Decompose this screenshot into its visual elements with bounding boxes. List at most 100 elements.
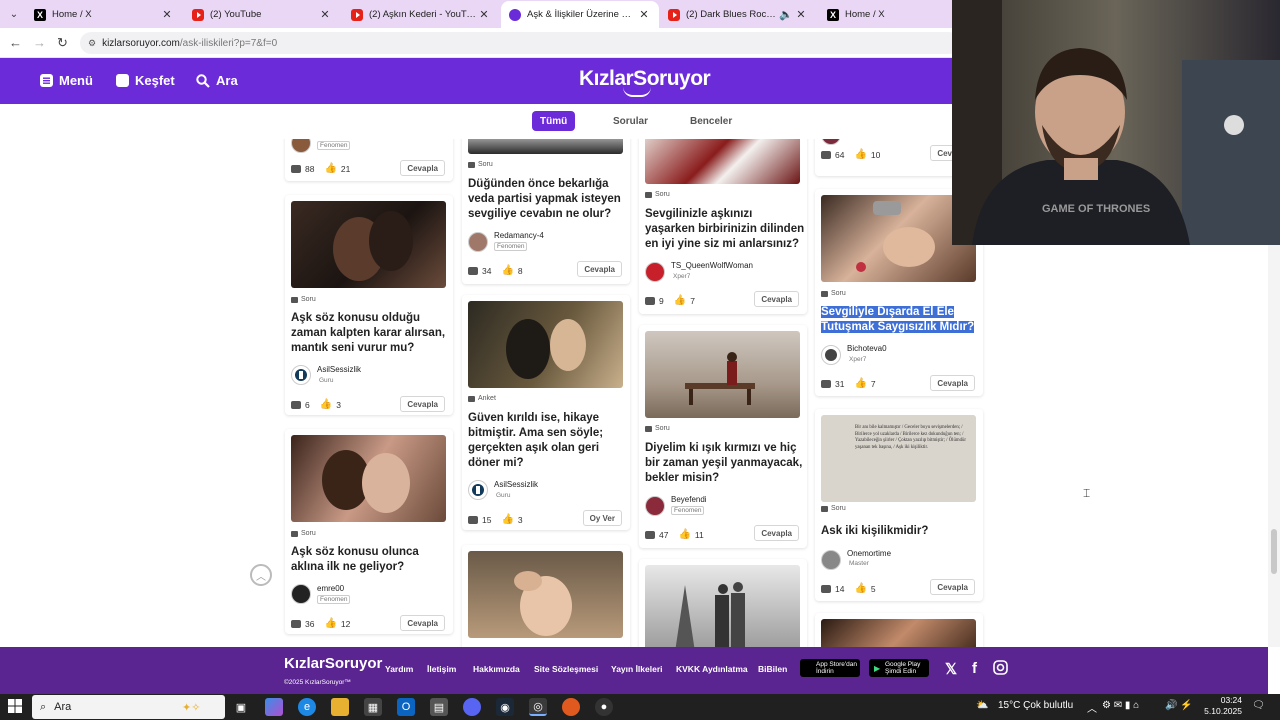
question-image[interactable] (291, 201, 446, 288)
question-card[interactable]: Bir anı bile kalmamıştır / Geceler boyu … (815, 409, 983, 601)
username[interactable]: Redamancy-4 (494, 231, 544, 240)
question-image[interactable] (468, 551, 623, 638)
like-icon[interactable]: 👍 (501, 514, 513, 525)
file-explorer-icon[interactable] (331, 698, 349, 716)
search-button[interactable]: Ara (196, 73, 238, 88)
question-image[interactable] (821, 619, 976, 647)
site-info-icon[interactable]: ⚙ (88, 38, 96, 49)
username[interactable]: Bichoteva0 (847, 344, 887, 353)
avatar[interactable] (291, 139, 311, 153)
close-tab-icon[interactable]: ✕ (160, 8, 174, 21)
forward-icon[interactable]: → (33, 35, 46, 50)
tab-search-dropdown-icon[interactable]: ⌄ (5, 5, 23, 23)
like-icon[interactable]: 👍 (324, 163, 336, 174)
question-title[interactable]: Düğünden önce bekarlığa veda partisi yap… (468, 177, 628, 222)
instagram-icon[interactable] (993, 660, 1008, 675)
username[interactable]: emre00 (317, 584, 344, 593)
question-title[interactable]: Sevgiliyle Dışarda El Ele Tutuşmak Saygı… (821, 305, 981, 335)
filter-opinions[interactable]: Benceler (682, 111, 740, 131)
question-image[interactable] (468, 301, 623, 388)
app-store-button[interactable]: App Store'dan İndirin (800, 659, 860, 677)
username[interactable]: TS_QueenWolfWoman (671, 261, 753, 270)
reload-icon[interactable]: ↻ (57, 35, 68, 51)
avatar[interactable] (468, 480, 488, 500)
tab-home-x-2[interactable]: X Home / X (819, 1, 951, 28)
like-icon[interactable]: 👍 (678, 529, 690, 540)
tray-expand-icon[interactable]: ︿ (1087, 700, 1097, 715)
back-icon[interactable]: ← (9, 35, 22, 50)
answer-button[interactable]: Cevapla (400, 615, 445, 631)
google-play-button[interactable]: ▶ Google Play Şimdi Edin (869, 659, 929, 677)
question-image[interactable] (468, 139, 623, 154)
tab-askin-kederi[interactable]: (2) Aşkın Kederi - YouTube ✕ (343, 1, 499, 28)
avatar[interactable] (821, 139, 841, 145)
footer-link-publishing[interactable]: Yayın İlkeleri (611, 664, 663, 674)
question-card[interactable] (462, 545, 630, 647)
footer-link-bibilen[interactable]: BiBilen (758, 664, 787, 674)
notification-icon[interactable]: 🗨 (1252, 700, 1265, 711)
question-title[interactable]: Aşk söz konusu olunca aklına ilk ne geli… (291, 545, 451, 575)
discord-icon[interactable] (463, 698, 481, 716)
tab-dark-blues[interactable]: (2) Dark Blues Rock for Mer 🔈 ✕ (660, 1, 816, 28)
url-input[interactable]: ⚙ kizlarsoruyor.com/ask-iliskileri?p=7&f… (80, 32, 960, 54)
question-title[interactable]: Diyelim ki ışık kırmızı ve hiç bir zaman… (645, 441, 805, 486)
store-icon[interactable]: ▦ (364, 698, 382, 716)
like-icon[interactable]: 👍 (501, 265, 513, 276)
question-card[interactable]: Soru Düğünden önce bekarlığa veda partis… (462, 139, 630, 284)
tab-kizlarsoruyor[interactable]: Aşk & İlişkiler Üzerine Sorular - ✕ (501, 1, 659, 28)
question-card[interactable]: Anket Güven kırıldı ise, hikaye bitmişti… (462, 295, 630, 530)
footer-link-terms[interactable]: Site Sözleşmesi (534, 664, 598, 674)
footer-link-kvkk[interactable]: KVKK Aydınlatma (676, 664, 748, 674)
like-icon[interactable]: 👍 (854, 378, 866, 389)
weather-text[interactable]: 15°C Çok bulutlu (998, 700, 1073, 711)
avatar[interactable] (645, 262, 665, 282)
filter-all[interactable]: Tümü (532, 111, 576, 131)
username[interactable]: AsilSessizlik (494, 480, 538, 489)
answer-button[interactable]: Cevapla (754, 525, 799, 541)
tab-youtube[interactable]: (2) YouTube ✕ (184, 1, 340, 28)
footer-link-help[interactable]: Yardım (385, 664, 413, 674)
question-card[interactable]: Fenomen 88 👍 21 Cevapla (285, 139, 453, 181)
close-tab-icon[interactable]: ✕ (477, 8, 491, 21)
tray-status-icons[interactable]: 🔊 ⚡ (1165, 700, 1193, 711)
answer-button[interactable]: Cevapla (400, 396, 445, 412)
taskbar-search-input[interactable]: ⌕ Ara ✦✧ (32, 695, 225, 719)
answer-button[interactable]: Cevapla (400, 160, 445, 176)
avatar[interactable] (468, 232, 488, 252)
x-social-icon[interactable]: 𝕏 (945, 660, 957, 678)
obs-icon[interactable]: ● (595, 698, 613, 716)
question-card[interactable]: Soru Sevgilinizle aşkınızı yaşarken birb… (639, 139, 807, 314)
weather-icon[interactable]: ⛅ (976, 700, 988, 711)
poem-image[interactable]: Bir anı bile kalmamıştır / Geceler boyu … (821, 415, 976, 502)
question-image[interactable] (291, 435, 446, 522)
edge-icon[interactable]: e (298, 698, 316, 716)
origin-icon[interactable] (562, 698, 580, 716)
taskbar-clock[interactable]: 03:24 5.10.2025 (1198, 695, 1242, 717)
avatar[interactable] (645, 496, 665, 516)
avatar[interactable] (291, 584, 311, 604)
close-tab-icon[interactable]: ✕ (794, 8, 808, 21)
outlook-icon[interactable]: O (397, 698, 415, 716)
tab-home-x[interactable]: X Home / X ✕ (26, 1, 182, 28)
footer-logo[interactable]: KızlarSoruyor (284, 655, 382, 672)
like-icon[interactable]: 👍 (324, 618, 336, 629)
question-title[interactable]: Ask iki kişilikmidir? (821, 524, 981, 539)
footer-link-contact[interactable]: İletişim (427, 664, 456, 674)
answer-button[interactable]: Cevapla (930, 375, 975, 391)
facebook-icon[interactable]: f (972, 660, 977, 677)
question-title[interactable]: Aşk söz konusu olduğu zaman kalpten kara… (291, 311, 451, 356)
answer-button[interactable]: Cevapla (754, 291, 799, 307)
copilot-icon[interactable] (265, 698, 283, 716)
site-logo[interactable]: KızlarSoruyor (579, 67, 711, 97)
answer-button[interactable]: Cevapla (577, 261, 622, 277)
question-image[interactable] (645, 565, 800, 647)
vote-button[interactable]: Oy Ver (582, 510, 622, 526)
like-icon[interactable]: 👍 (854, 583, 866, 594)
question-title[interactable]: Güven kırıldı ise, hikaye bitmiştir. Ama… (468, 411, 628, 471)
close-tab-icon[interactable]: ✕ (637, 8, 651, 21)
app-icon[interactable]: ▤ (430, 698, 448, 716)
scroll-to-top-button[interactable]: ︿ (250, 564, 272, 586)
footer-link-about[interactable]: Hakkımızda (473, 664, 520, 674)
question-image[interactable] (645, 331, 800, 418)
like-icon[interactable]: 👍 (854, 149, 866, 160)
